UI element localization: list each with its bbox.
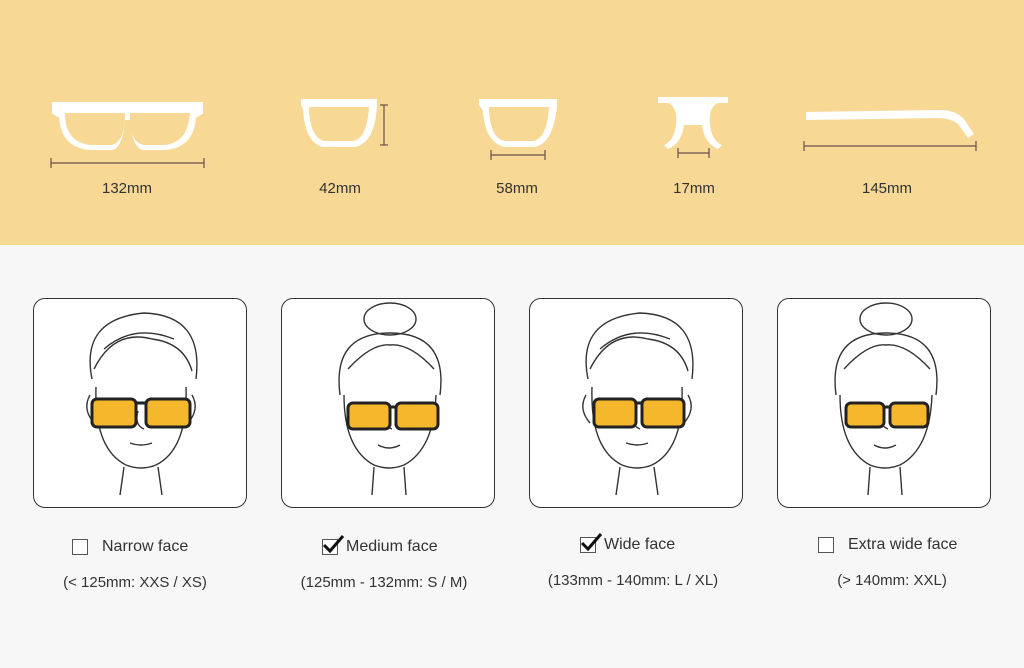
frame-width-icon <box>50 102 205 168</box>
face-card-extra-wide <box>777 298 991 508</box>
range-medium: (125mm - 132mm: S / M) <box>300 574 468 591</box>
face-card-medium <box>281 298 495 508</box>
bridge-width-icon <box>658 97 728 158</box>
checkbox-checked[interactable] <box>580 533 603 553</box>
female-face-glasses-illustration <box>834 302 938 496</box>
range-narrow: (< 125mm: XXS / XS) <box>63 574 207 591</box>
range-extra-wide: (> 140mm: XXL) <box>837 572 947 589</box>
option-medium-face[interactable]: Medium face <box>322 535 438 556</box>
option-label: Extra wide face <box>848 536 958 553</box>
checkbox-unchecked[interactable] <box>72 539 88 555</box>
male-face-glasses-illustration <box>582 312 694 496</box>
option-label: Wide face <box>604 536 676 553</box>
checkbox-checked[interactable] <box>322 535 345 555</box>
bridge-width-value: 17mm <box>673 180 715 197</box>
temple-length-value: 145mm <box>861 180 913 197</box>
checkmark-icon <box>580 533 603 552</box>
face-card-narrow <box>33 298 247 508</box>
option-extra-wide-face[interactable]: Extra wide face <box>818 536 957 554</box>
checkmark-icon <box>322 535 345 554</box>
range-wide: (133mm - 140mm: L / XL) <box>547 572 719 589</box>
option-label: Medium face <box>346 538 438 555</box>
lens-width-value: 58mm <box>496 180 538 197</box>
lens-height-icon <box>301 99 388 147</box>
frame-width-value: 132mm <box>101 180 153 197</box>
option-wide-face[interactable]: Wide face <box>580 533 676 554</box>
temple-length-icon <box>803 110 977 151</box>
male-face-glasses-illustration <box>86 312 198 496</box>
female-face-glasses-illustration <box>338 302 442 496</box>
option-label: Narrow face <box>102 538 189 555</box>
option-narrow-face[interactable]: Narrow face <box>72 538 188 556</box>
measurement-banner: 132mm 42mm 58mm 17mm 145mm <box>0 0 1024 245</box>
checkbox-unchecked[interactable] <box>818 537 834 553</box>
lens-height-value: 42mm <box>319 180 361 197</box>
face-card-wide <box>529 298 743 508</box>
lens-width-icon <box>479 99 557 160</box>
